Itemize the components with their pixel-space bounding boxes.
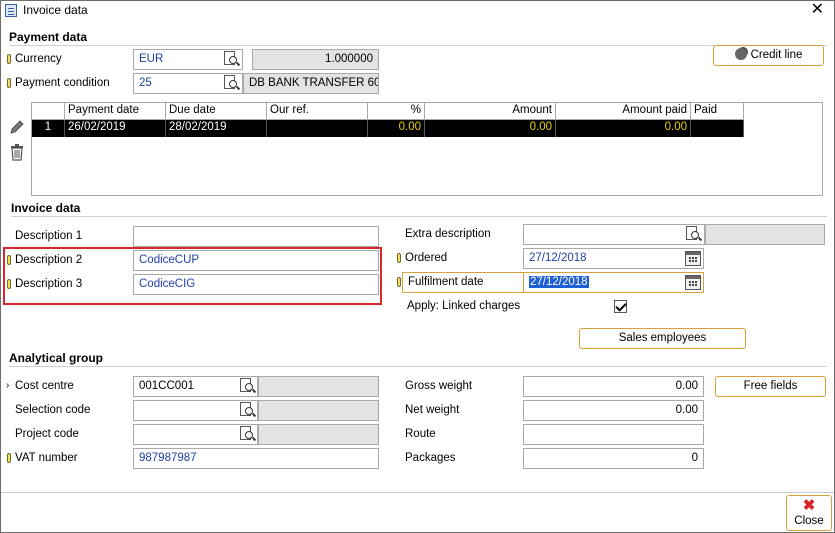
gross-weight-label: Gross weight [405, 380, 473, 392]
description-2-label: Description 2 [15, 254, 83, 266]
calendar-icon[interactable] [685, 251, 701, 266]
amount-paid-cell[interactable]: 0.00 [556, 120, 691, 137]
fulfilment-date-label: Fulfilment date [408, 276, 484, 288]
payment-section-divider [9, 45, 827, 46]
grid-header: Payment date Due date Our ref. % Amount … [32, 103, 744, 120]
gross-weight-field[interactable]: 0.00 [523, 376, 704, 397]
ordered-date-field[interactable]: 27/12/2018 [523, 248, 704, 269]
description-3-field[interactable]: CodiceCIG [133, 274, 379, 295]
selection-code-lookup-icon[interactable] [238, 401, 257, 419]
description-2-field[interactable]: CodiceCUP [133, 250, 379, 271]
pencil-icon[interactable] [9, 119, 25, 135]
title-bar: Invoice data ✕ [1, 1, 834, 21]
project-code-label: Project code [15, 428, 79, 440]
payment-section-title: Payment data [9, 30, 88, 44]
cost-centre-label: Cost centre [15, 380, 74, 392]
paid-cell[interactable] [691, 120, 744, 137]
currency-lookup-icon[interactable] [222, 50, 241, 68]
project-code-lookup-icon[interactable] [238, 425, 257, 443]
apply-linked-charges-checkbox[interactable] [614, 300, 627, 313]
selection-code-description [258, 400, 379, 421]
invoice-section-title: Invoice data [11, 201, 81, 215]
fulfilment-date-value: 27/12/2018 [529, 276, 589, 288]
extra-description-readonly [705, 224, 825, 245]
required-marker [7, 54, 11, 64]
window-close-icon[interactable]: ✕ [811, 1, 824, 19]
extra-description-lookup-icon[interactable] [684, 225, 703, 243]
payment-condition-description: DB BANK TRANSFER 60 EOM [243, 73, 379, 94]
close-icon: ✖ [802, 497, 816, 514]
project-code-description [258, 424, 379, 445]
required-marker [7, 78, 11, 88]
description-1-label: Description 1 [15, 230, 83, 242]
exchange-rate-field: 1.000000 [252, 49, 379, 70]
required-marker [397, 277, 401, 287]
our-ref-cell[interactable] [267, 120, 368, 137]
required-marker [7, 279, 11, 289]
payment-condition-label: Payment condition [15, 77, 110, 89]
grid-header-cell[interactable]: Due date [166, 103, 267, 120]
payment-date-cell[interactable]: 26/02/2019 [65, 120, 166, 137]
grid-header-cell[interactable]: Paid [691, 103, 744, 120]
window-title: Invoice data [23, 3, 88, 17]
grid-header-cell[interactable]: Payment date [65, 103, 166, 120]
calendar-icon[interactable] [685, 275, 701, 290]
description-3-label: Description 3 [15, 278, 83, 290]
analytical-section-title: Analytical group [9, 351, 104, 365]
ordered-label: Ordered [405, 252, 448, 264]
invoice-data-dialog: Invoice data ✕ Payment data Currency EUR… [0, 0, 835, 533]
extra-description-field[interactable] [523, 224, 705, 245]
payment-schedule-grid[interactable]: Payment date Due date Our ref. % Amount … [31, 102, 823, 196]
vat-number-field[interactable]: 987987987 [133, 448, 379, 469]
vat-number-label: VAT number [15, 452, 78, 464]
analytical-section-divider [9, 366, 827, 367]
coins-icon [734, 48, 747, 60]
row-number-cell: 1 [32, 120, 65, 137]
invoice-section-divider [11, 216, 827, 217]
table-row[interactable]: 1 26/02/2019 28/02/2019 0.00 0.00 0.00 [32, 120, 744, 137]
chevron-right-icon: › [6, 380, 10, 391]
grid-header-cell[interactable]: Amount paid [556, 103, 691, 120]
route-label: Route [405, 428, 436, 440]
document-icon [5, 4, 17, 17]
description-1-field[interactable] [133, 226, 379, 247]
required-marker [7, 255, 11, 265]
footer-divider [1, 492, 834, 493]
sales-employees-button[interactable]: Sales employees [579, 328, 746, 349]
packages-field[interactable]: 0 [523, 448, 704, 469]
route-field[interactable] [523, 424, 704, 445]
free-fields-button[interactable]: Free fields [715, 376, 826, 397]
amount-cell[interactable]: 0.00 [425, 120, 556, 137]
fulfilment-date-field[interactable]: 27/12/2018 [523, 272, 704, 293]
cost-centre-description [258, 376, 379, 397]
close-button[interactable]: ✖ Close [786, 495, 832, 531]
selection-code-label: Selection code [15, 404, 91, 416]
grid-header-cell[interactable]: Amount [425, 103, 556, 120]
grid-header-cell[interactable]: % [368, 103, 425, 120]
grid-header-cell [32, 103, 65, 120]
net-weight-label: Net weight [405, 404, 460, 416]
extra-description-label: Extra description [405, 228, 491, 240]
due-date-cell[interactable]: 28/02/2019 [166, 120, 267, 137]
currency-label: Currency [15, 53, 62, 65]
cost-centre-lookup-icon[interactable] [238, 377, 257, 395]
credit-line-label: Credit line [750, 49, 803, 61]
net-weight-field[interactable]: 0.00 [523, 400, 704, 421]
credit-line-button[interactable]: Credit line [713, 45, 824, 66]
trash-icon[interactable] [9, 143, 25, 161]
close-label: Close [794, 515, 824, 527]
payment-condition-lookup-icon[interactable] [222, 74, 241, 92]
grid-header-cell[interactable]: Our ref. [267, 103, 368, 120]
required-marker [7, 453, 11, 463]
required-marker [397, 253, 401, 263]
apply-linked-charges-label: Apply: Linked charges [407, 300, 521, 312]
percent-cell[interactable]: 0.00 [368, 120, 425, 137]
packages-label: Packages [405, 452, 456, 464]
